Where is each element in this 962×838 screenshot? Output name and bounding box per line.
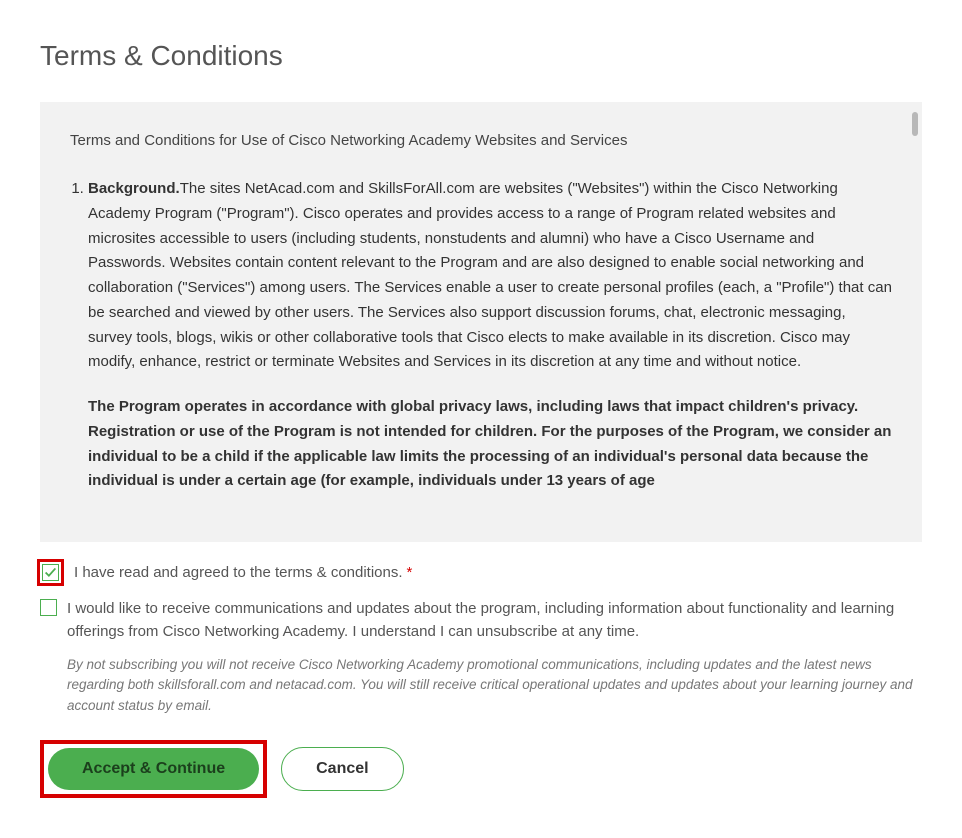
terms-scrollbox[interactable]: Terms and Conditions for Use of Cisco Ne…	[40, 102, 922, 542]
terms-list: Background.The sites NetAcad.com and Ski…	[70, 177, 892, 494]
accept-continue-button[interactable]: Accept & Continue	[48, 748, 259, 790]
checkmark-icon	[44, 566, 57, 579]
accept-button-highlight: Accept & Continue	[40, 740, 267, 798]
subscribe-label: I would like to receive communications a…	[67, 598, 922, 643]
term-bold-paragraph: The Program operates in accordance with …	[88, 395, 892, 494]
subscribe-checkbox-wrap	[40, 598, 57, 616]
agree-checkbox-highlight	[37, 559, 64, 586]
term-heading: Background.	[88, 180, 180, 197]
cancel-button[interactable]: Cancel	[281, 747, 403, 791]
page-title: Terms & Conditions	[40, 40, 922, 72]
terms-intro: Terms and Conditions for Use of Cisco Ne…	[70, 132, 892, 149]
agree-row: I have read and agreed to the terms & co…	[40, 562, 922, 586]
scrollbar-thumb[interactable]	[912, 112, 918, 136]
agree-label-text: I have read and agreed to the terms & co…	[74, 564, 403, 581]
subscribe-checkbox[interactable]	[40, 599, 57, 616]
subscribe-note: By not subscribing you will not receive …	[67, 655, 922, 716]
term-body: The sites NetAcad.com and SkillsForAll.c…	[88, 180, 892, 370]
subscribe-row: I would like to receive communications a…	[40, 598, 922, 643]
agree-checkbox[interactable]	[42, 564, 59, 581]
checkbox-section: I have read and agreed to the terms & co…	[40, 562, 922, 716]
required-indicator: *	[407, 564, 413, 581]
terms-item: Background.The sites NetAcad.com and Ski…	[88, 177, 892, 494]
agree-label: I have read and agreed to the terms & co…	[74, 562, 412, 585]
button-row: Accept & Continue Cancel	[40, 740, 922, 798]
